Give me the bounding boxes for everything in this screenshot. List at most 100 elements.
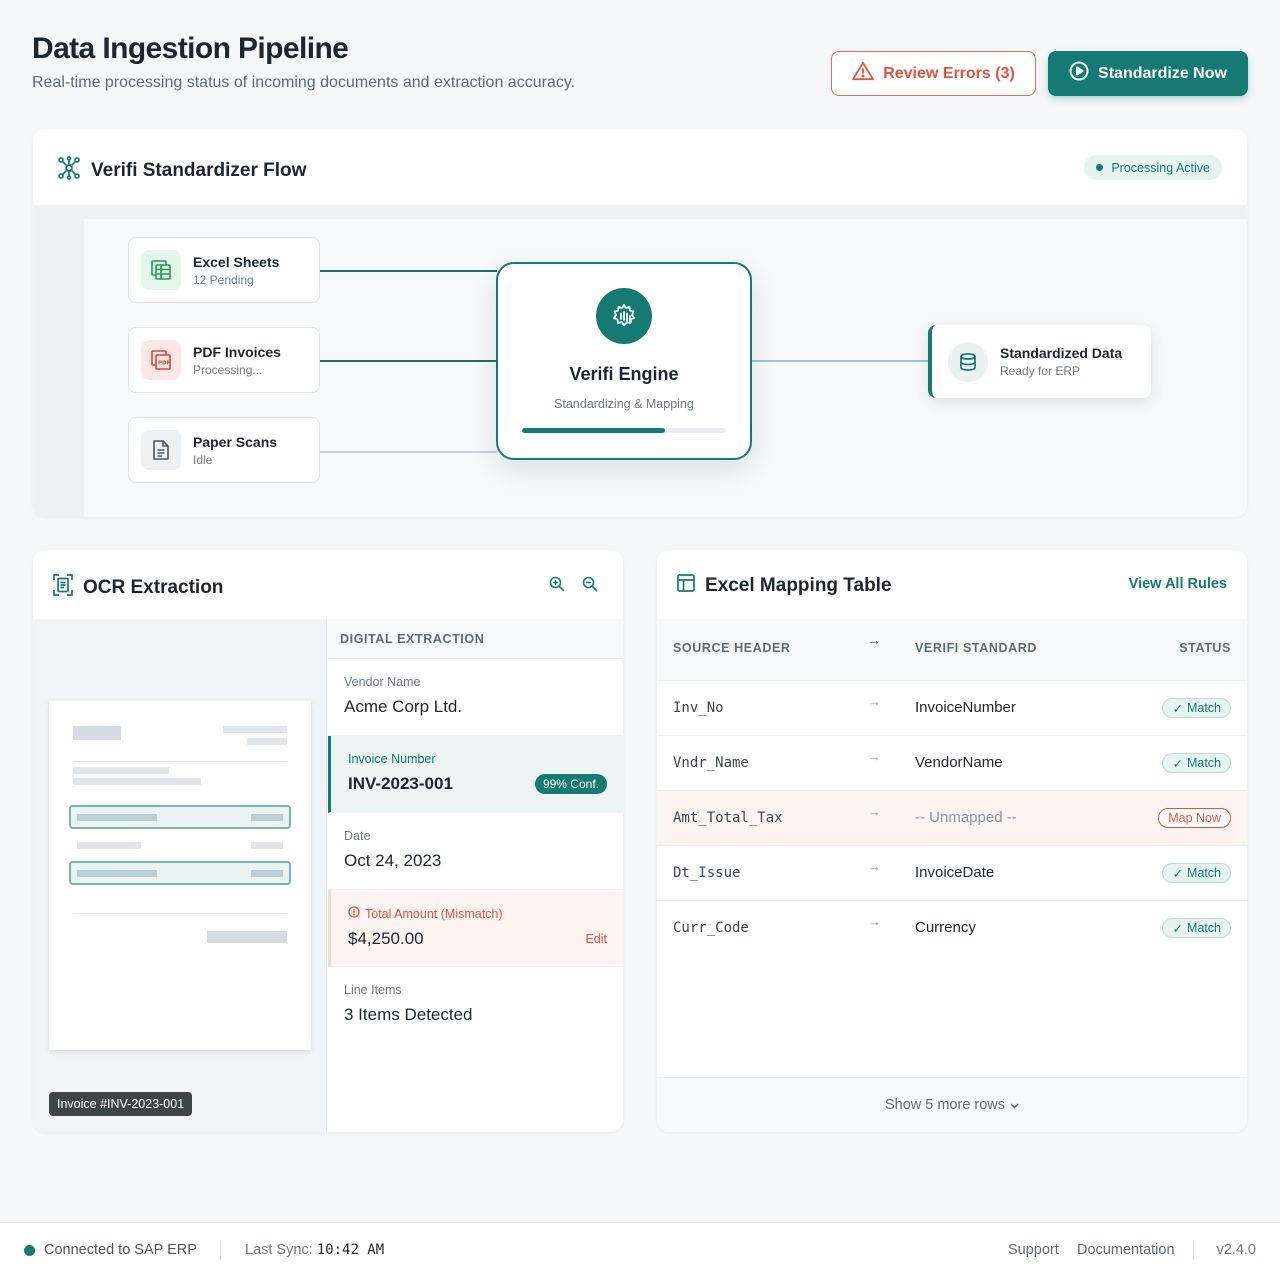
source-title: PDF Invoices [193,343,281,360]
target-node-standardized[interactable]: Standardized Data Ready for ERP [928,325,1151,398]
field-invoice-number[interactable]: Invoice Number INV-2023-001 99% Conf. [328,736,623,813]
document-label: Invoice #INV-2023-001 [49,1092,193,1116]
source-node-scans[interactable]: Paper Scans Idle [128,417,320,483]
status-label: Match [1186,921,1221,935]
highlighted-region[interactable] [69,805,291,829]
ocr-card-title: OCR Extraction [83,577,224,598]
mapping-row[interactable]: Dt_Issue → InvoiceDate ✓ Match [657,846,1247,901]
confidence-badge: 99% Conf. [534,774,607,794]
field-label: Line Items [344,983,402,997]
zoom-in-icon[interactable] [546,573,568,595]
show-more-rows-button[interactable]: Show 5 more rows [657,1077,1247,1132]
field-line-items[interactable]: Line Items 3 Items Detected [328,967,623,1044]
standardize-now-button[interactable]: Standardize Now [1048,51,1248,96]
source-header-cell: Vndr_Name [673,755,749,771]
show-more-label: Show 5 more rows [884,1097,1006,1113]
ocr-extraction-card: OCR Extraction Invoice #INV-2023-001 DIG… [33,550,623,1132]
standardize-now-label: Standardize Now [1098,64,1227,82]
placeholder-bar [247,738,287,745]
excel-mapping-card: Excel Mapping Table View All Rules SOURC… [657,550,1247,1132]
highlighted-region[interactable] [69,861,291,885]
placeholder-bar [251,842,283,849]
status-badge-match: ✓ Match [1162,863,1231,883]
field-date[interactable]: Date Oct 24, 2023 [328,813,623,890]
documentation-link[interactable]: Documentation [1077,1242,1175,1258]
check-icon: ✓ [1172,921,1183,936]
mapping-row-unmapped[interactable]: Amt_Total_Tax → -- Unmapped -- Map Now [657,791,1247,846]
flow-card-header: Verifi Standardizer Flow [57,156,306,186]
arrow-right-icon: → [868,749,881,764]
spreadsheet-icon [141,250,181,290]
mapping-row[interactable]: Curr_Code → Currency ✓ Match [657,901,1247,956]
status-badge-match: ✓ Match [1162,698,1231,718]
verifi-standard-cell: VendorName [915,754,1003,771]
mapping-row[interactable]: Inv_No → InvoiceNumber ✓ Match [657,681,1247,736]
scan-document-icon [53,574,73,602]
source-title: Paper Scans [193,433,278,450]
status-dot [1096,164,1104,171]
verifi-engine-node[interactable]: Verifi Engine Standardizing & Mapping [496,262,752,460]
placeholder-bar [73,726,121,740]
edit-link[interactable]: Edit [585,932,607,946]
last-sync-time: 10:42 AM [316,1242,385,1258]
database-icon [948,341,988,382]
column-header-status: STATUS [1179,641,1231,655]
connection-dot [24,1244,35,1256]
source-status: Processing... [193,362,263,377]
divider [1193,1240,1194,1260]
arrow-right-icon: → [868,804,881,819]
engine-subtitle: Standardizing & Mapping [554,397,694,411]
mapping-card-header: Excel Mapping Table [677,574,892,598]
verifi-standard-cell: Currency [915,919,976,936]
source-node-pdf[interactable]: PDF PDF Invoices Processing... [128,327,320,393]
connection-label: Connected to SAP ERP [44,1242,197,1258]
support-link[interactable]: Support [1008,1242,1059,1258]
source-title: Excel Sheets [193,253,280,270]
status-footer: Connected to SAP ERP Last Sync: 10:42 AM… [0,1222,1280,1276]
table-icon [677,574,695,598]
field-label: Invoice Number [348,752,436,766]
view-all-rules-link[interactable]: View All Rules [1129,576,1227,592]
source-status: Idle [193,452,213,467]
source-header-cell: Amt_Total_Tax [673,810,783,826]
status-badge-match: ✓ Match [1162,753,1231,773]
source-header-cell: Curr_Code [673,920,749,936]
divider [73,913,287,914]
processing-status-badge: Processing Active [1084,155,1222,180]
verifi-standard-cell: InvoiceDate [915,864,995,881]
placeholder-bar [223,726,287,733]
engine-progress-bar [522,428,726,433]
mapping-row[interactable]: Vndr_Name → VendorName ✓ Match [657,736,1247,791]
connection-status: Connected to SAP ERP [24,1242,197,1258]
source-header-cell: Inv_No [673,700,724,716]
status-label: Match [1186,866,1221,880]
source-node-excel[interactable]: Excel Sheets 12 Pending [128,237,320,303]
column-header-arrow: → [867,632,882,648]
processing-status-label: Processing Active [1111,160,1210,175]
source-header-cell: Dt_Issue [673,865,741,881]
field-vendor-name[interactable]: Vendor Name Acme Corp Ltd. [328,659,623,736]
mapping-table-header: SOURCE HEADER → VERIFI STANDARD STATUS [657,619,1247,681]
column-header-source: SOURCE HEADER [673,641,791,655]
field-label: Vendor Name [344,675,421,689]
version-label: v2.4.0 [1216,1242,1257,1258]
field-label-row: Total Amount (Mismatch) [348,906,623,921]
field-total-amount[interactable]: Total Amount (Mismatch) $4,250.00 Edit [328,890,623,967]
svg-text:PDF: PDF [158,361,171,367]
page-title: Data Ingestion Pipeline [32,32,349,65]
last-sync: Last Sync: 10:42 AM [245,1242,384,1258]
status-badge-match: ✓ Match [1162,918,1231,938]
divider [220,1240,221,1260]
verifi-standard-cell: InvoiceNumber [915,699,1016,716]
network-icon [57,156,81,186]
invoice-page-thumbnail [49,701,311,1050]
status-label: Match [1186,701,1221,715]
target-title: Standardized Data [1000,345,1123,361]
map-now-button[interactable]: Map Now [1158,808,1231,828]
check-icon: ✓ [1172,866,1183,881]
review-errors-button[interactable]: Review Errors (3) [831,51,1036,96]
field-label: Total Amount (Mismatch) [365,906,503,921]
page-subtitle: Real-time processing status of incoming … [32,74,576,91]
review-errors-label: Review Errors (3) [883,64,1015,82]
zoom-out-icon[interactable] [579,573,601,595]
